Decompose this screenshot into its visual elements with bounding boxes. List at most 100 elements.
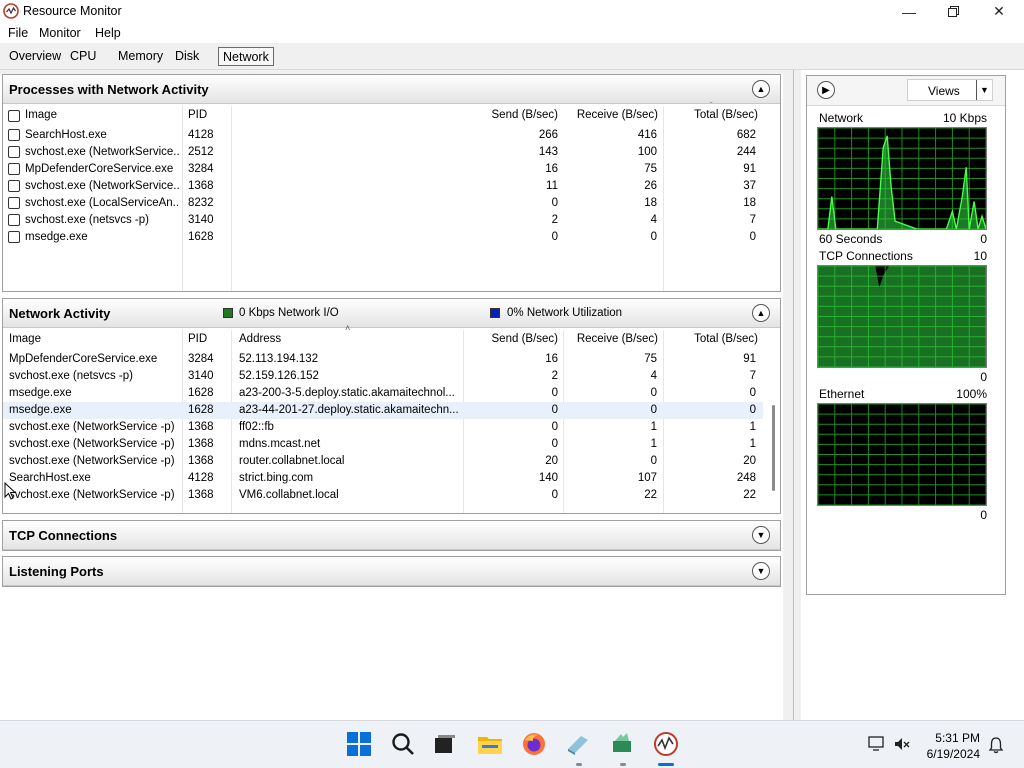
network-utilization-label: 0% Network Utilization [507, 307, 623, 319]
table-row[interactable]: svchost.exe (NetworkService -p) 1368 mdns.… [3, 436, 763, 453]
row-pid: 4128 [188, 472, 214, 484]
row-checkbox[interactable] [8, 214, 20, 226]
row-checkbox[interactable] [8, 197, 20, 209]
table-row[interactable]: MpDefenderCoreService.exe 3284 52.113.194.… [3, 351, 763, 368]
menu-help[interactable]: Help [95, 26, 121, 40]
clock-time: 5:31 PM [935, 731, 980, 745]
row-pid: 1628 [188, 387, 214, 399]
col-pid[interactable]: PID [188, 333, 207, 345]
network-activity-header[interactable]: Network Activity 0 Kbps Network I/O 0% N… [3, 299, 780, 328]
select-all-checkbox[interactable] [8, 110, 20, 122]
minimize-button[interactable]: — [886, 0, 932, 23]
tcp-expand-button[interactable]: ▼ [752, 526, 770, 544]
row-image: svchost.exe (netsvcs -p) [9, 370, 133, 382]
table-row[interactable]: msedge.exe 1628 a23-44-201-27.deploy.stati… [3, 402, 763, 419]
row-receive: 416 [637, 129, 657, 141]
listening-expand-button[interactable]: ▼ [752, 562, 770, 580]
menu-file[interactable]: File [8, 26, 28, 40]
title-bar: Resource Monitor — ✕ [0, 0, 1024, 23]
listening-ports-header[interactable]: Listening Ports ▼ [3, 557, 780, 586]
row-checkbox[interactable] [8, 231, 20, 243]
tab-cpu[interactable]: CPU [66, 47, 100, 66]
row-send: 11 [546, 180, 558, 192]
processes-collapse-button[interactable]: ▲ [752, 80, 770, 98]
ethernet-graph-label: Ethernet [819, 387, 865, 401]
network-activity-collapse-button[interactable]: ▲ [752, 304, 770, 322]
system-clock[interactable]: 5:31 PM 6/19/2024 [927, 730, 980, 762]
firefox-icon[interactable] [521, 731, 547, 757]
col-send[interactable]: Send (B/sec) [453, 333, 558, 345]
row-image: svchost.exe (NetworkService... [25, 180, 180, 192]
row-checkbox[interactable] [8, 146, 20, 158]
tab-overview[interactable]: Overview [5, 47, 65, 66]
tab-memory[interactable]: Memory [114, 47, 167, 66]
close-button[interactable]: ✕ [976, 0, 1022, 23]
row-checkbox[interactable] [8, 180, 20, 192]
row-pid: 1368 [188, 438, 214, 450]
network-activity-title: Network Activity [9, 306, 111, 321]
taskbar: 5:31 PM 6/19/2024 [0, 720, 1024, 768]
col-pid[interactable]: PID [188, 109, 207, 121]
col-image[interactable]: Image [25, 109, 57, 121]
table-row[interactable]: svchost.exe (LocalServiceAn... 8232 0 18 18 [3, 195, 763, 212]
resource-monitor-taskbar-icon[interactable] [653, 731, 679, 757]
processes-header[interactable]: Processes with Network Activity ▲ [3, 75, 780, 104]
row-image: SearchHost.exe [9, 472, 91, 484]
views-dropdown[interactable]: Views ▼ [907, 79, 993, 101]
col-receive[interactable]: Receive (B/sec) [553, 109, 658, 121]
row-address: 52.113.194.132 [239, 353, 319, 365]
restore-icon [947, 6, 959, 17]
row-checkbox[interactable] [8, 163, 20, 175]
col-receive[interactable]: Receive (B/sec) [553, 333, 658, 345]
row-total: 91 [743, 163, 756, 175]
table-row[interactable]: svchost.exe (NetworkService... 2512 143 100… [3, 144, 763, 161]
tab-disk[interactable]: Disk [171, 47, 203, 66]
collapse-pane-button[interactable]: ▶ [817, 81, 835, 99]
sort-indicator-icon: ˇ [710, 101, 713, 110]
network-app-icon[interactable] [565, 731, 591, 757]
display-tray-icon[interactable] [868, 735, 886, 753]
table-row[interactable]: svchost.exe (NetworkService -p) 1368 route… [3, 453, 763, 470]
row-receive: 4 [650, 370, 657, 382]
tcp-connections-header[interactable]: TCP Connections ▼ [3, 521, 780, 550]
table-row[interactable]: msedge.exe 1628 a23-200-3-5.deploy.static.… [3, 385, 763, 402]
tab-network[interactable]: Network [218, 47, 274, 66]
row-total: 682 [736, 129, 756, 141]
maximize-button[interactable] [930, 0, 976, 23]
windows-start-icon[interactable] [346, 731, 372, 757]
table-row[interactable]: MpDefenderCoreService.exe 3284 16 75 91 [3, 161, 763, 178]
tcp-connections-title: TCP Connections [9, 528, 118, 543]
volume-muted-icon[interactable] [893, 735, 911, 753]
row-send: 0 [551, 404, 558, 416]
table-row[interactable]: SearchHost.exe 4128 strict.bing.com 140 107 2… [3, 470, 763, 487]
row-image: svchost.exe (LocalServiceAn... [25, 197, 180, 209]
chevron-right-icon: ▶ [822, 84, 830, 96]
row-total: 7 [749, 214, 756, 226]
search-icon[interactable] [390, 731, 416, 757]
table-row[interactable]: svchost.exe (NetworkService... 1368 11 26 37 [3, 178, 763, 195]
table-row[interactable]: msedge.exe 1628 0 0 0 [3, 229, 763, 246]
row-image: MpDefenderCoreService.exe [9, 353, 158, 365]
menu-monitor[interactable]: Monitor [39, 26, 81, 40]
vertical-scrollbar[interactable] [772, 405, 775, 491]
table-row[interactable]: svchost.exe (netsvcs -p) 3140 52.159.126.1… [3, 368, 763, 385]
monitor-app-icon[interactable] [609, 731, 635, 757]
pane-splitter[interactable] [793, 70, 801, 720]
col-address[interactable]: Address [239, 333, 281, 345]
task-view-icon[interactable] [432, 731, 458, 757]
row-checkbox[interactable] [8, 129, 20, 141]
table-row[interactable]: svchost.exe (netsvcs -p) 3140 2 4 7 [3, 212, 763, 229]
table-row[interactable]: svchost.exe (NetworkService -p) 1368 VM6.c… [3, 487, 763, 504]
table-row[interactable]: svchost.exe (NetworkService -p) 1368 ff02:… [3, 419, 763, 436]
tcp-connections-area [818, 266, 986, 367]
tcp-connections-graph [817, 265, 987, 368]
col-total[interactable]: Total (B/sec) [653, 109, 758, 121]
col-image[interactable]: Image [9, 333, 41, 345]
col-send[interactable]: Send (B/sec) [453, 109, 558, 121]
file-explorer-icon[interactable] [477, 731, 503, 757]
table-row[interactable]: SearchHost.exe 4128 266 416 682 [3, 127, 763, 144]
row-total: 1 [749, 421, 756, 433]
row-image: svchost.exe (netsvcs -p) [25, 214, 149, 226]
col-total[interactable]: Total (B/sec) [653, 333, 758, 345]
notification-bell-icon[interactable] [988, 736, 1004, 754]
